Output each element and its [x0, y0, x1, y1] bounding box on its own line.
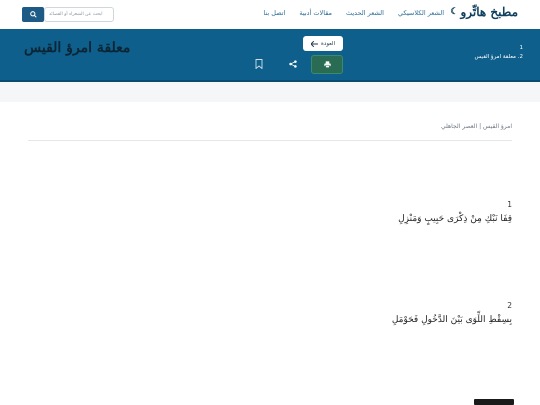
nav-links: الشعر الكلاسيكي الشعر الحديث مقالات أدبي…: [263, 9, 444, 17]
share-icon[interactable]: [289, 60, 297, 68]
verse-number: 1: [507, 200, 512, 209]
page-title: معلقة امرؤ القيس: [24, 40, 131, 56]
toc-item[interactable]: 1: [475, 44, 524, 53]
meta-divider: [28, 140, 512, 141]
verse-text: بِسِقْطِ اللِّوَى بَيْنَ الدَّخُولِ فَحَ…: [391, 315, 512, 325]
search-input[interactable]: ابحث عن الشعراء أو القصائد: [44, 7, 114, 22]
poem-meta: امرؤ القيس | العصر الجاهلي: [441, 123, 512, 130]
bookmark-icon[interactable]: [255, 59, 263, 69]
nav-link-modern-poetry[interactable]: الشعر الحديث: [346, 9, 384, 17]
brand-name: مطبخ هاتِّرو: [460, 5, 518, 19]
verse-text: قِفَا نَبْكِ مِنْ ذِكْرَى حَبِيبٍ وَمَنْ…: [398, 214, 512, 224]
poem-header: العودة معلقة امرؤ القيس 1 2. معلقة امرؤ …: [0, 29, 540, 82]
arrow-left-icon: [310, 40, 318, 47]
moon-icon: ☾: [450, 7, 459, 17]
footer-heading-partial: [474, 399, 514, 405]
search-placeholder: ابحث عن الشعراء أو القصائد: [49, 12, 103, 17]
section-divider: [0, 82, 540, 102]
toc-item[interactable]: 2. معلقة امرؤ القيس: [475, 53, 523, 62]
nav-link-literary-articles[interactable]: مقالات أدبية: [299, 9, 332, 17]
back-label: العودة: [320, 40, 336, 47]
search-icon: [29, 11, 37, 18]
nav-link-contact[interactable]: اتصل بنا: [263, 9, 285, 17]
nav-link-classic-poetry[interactable]: الشعر الكلاسيكي: [398, 9, 444, 17]
site-brand[interactable]: مطبخ هاتِّرو ☾: [450, 5, 518, 19]
poem-table-of-contents: 1 2. معلقة امرؤ القيس: [475, 44, 523, 62]
print-button[interactable]: [311, 55, 343, 74]
back-button[interactable]: العودة: [303, 36, 343, 51]
verse-number: 2: [507, 301, 512, 310]
top-navbar: مطبخ هاتِّرو ☾ الشعر الكلاسيكي الشعر الح…: [0, 0, 540, 30]
print-icon: [323, 61, 331, 68]
search-button[interactable]: [22, 7, 44, 22]
